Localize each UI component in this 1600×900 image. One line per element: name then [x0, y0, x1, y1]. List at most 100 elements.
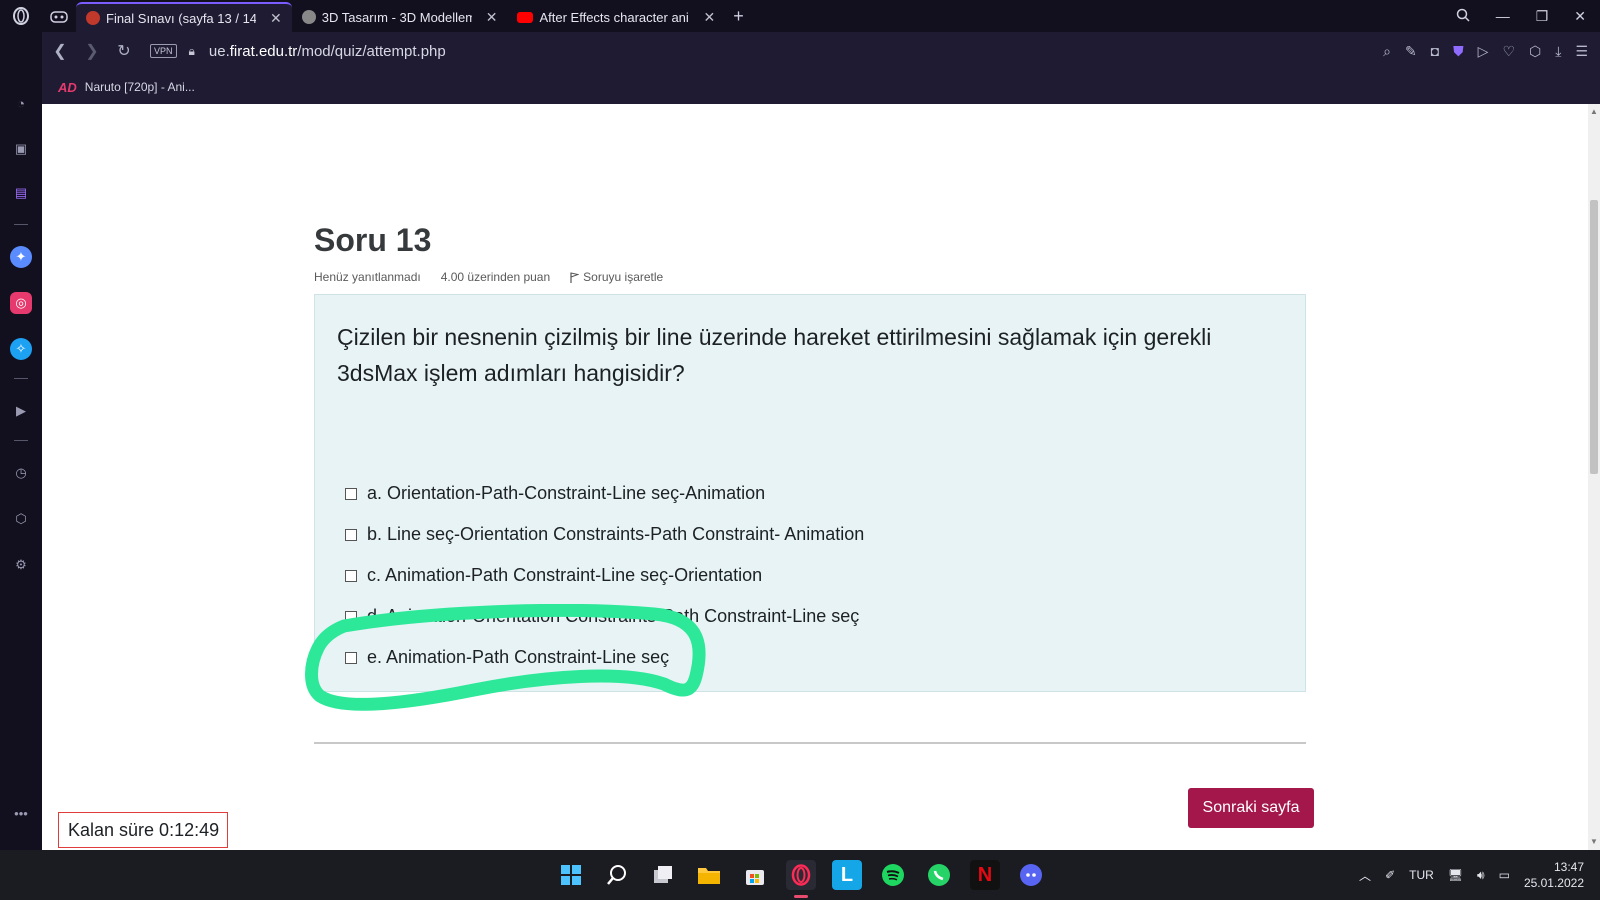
question-status: Henüz yanıtlanmadı	[314, 270, 421, 284]
network-icon[interactable]: 🖥︎	[1448, 868, 1463, 882]
instagram-icon[interactable]: ◎	[10, 292, 32, 314]
tab-search-icon[interactable]	[1456, 8, 1470, 25]
scroll-down-icon[interactable]: ▼	[1590, 837, 1598, 846]
opera-gx-icon[interactable]	[786, 860, 816, 898]
vpn-badge[interactable]: VPN	[150, 44, 177, 58]
tray-chevron-icon[interactable]: ︿	[1359, 867, 1371, 884]
menu-icon[interactable]: ☰	[1575, 43, 1588, 60]
restore-button[interactable]: ❐	[1536, 8, 1549, 25]
player-icon[interactable]: ▶	[10, 400, 32, 422]
tab-after-effects[interactable]: After Effects character anim ✕	[507, 2, 725, 32]
l-app-icon[interactable]: L	[832, 860, 862, 890]
sidebar-divider	[14, 224, 28, 225]
bag-icon[interactable]: ▣	[10, 138, 32, 160]
tab-3d-design[interactable]: 3D Tasarım - 3D Modellem ✕	[292, 2, 508, 32]
answer-checkbox[interactable]	[345, 528, 357, 541]
tab-close-icon[interactable]: ✕	[270, 10, 282, 27]
settings-gear-icon[interactable]: ⚙	[10, 554, 32, 576]
windows-taskbar: L N ︿ ✐ TUR 🖥︎ 🔊︎ ▭ 13:47 25.01.2022	[0, 850, 1600, 900]
flag-question-link[interactable]: Soruyu işaretle	[570, 270, 663, 284]
flag-label: Soruyu işaretle	[583, 270, 664, 284]
back-button[interactable]: ❮	[44, 41, 76, 61]
answer-checkbox[interactable]	[345, 610, 357, 623]
windows-start-icon[interactable]	[556, 860, 586, 890]
extensions-cube-icon[interactable]: ⬡	[10, 508, 32, 530]
flag-icon	[570, 271, 580, 283]
answer-option-b[interactable]: b. Line seç-Orientation Constraints-Path…	[345, 514, 864, 555]
clock-date: 25.01.2022	[1523, 876, 1584, 890]
quiz-page: Soru 13 Henüz yanıtlanmadı 4.00 üzerinde…	[42, 104, 1588, 850]
tab-title: After Effects character anim	[539, 9, 690, 25]
answer-option-c[interactable]: c. Animation-Path Constraint-Line seç-Or…	[345, 555, 864, 596]
url-prefix: ue.	[208, 42, 230, 60]
spotify-icon[interactable]	[878, 860, 908, 890]
answer-label: e. Animation-Path Constraint-Line seç	[367, 647, 670, 667]
clock[interactable]: 13:47 25.01.2022	[1524, 859, 1584, 891]
answer-checkbox[interactable]	[345, 651, 357, 664]
scroll-thumb[interactable]	[1590, 200, 1598, 474]
heart-icon[interactable]: ♡	[1502, 43, 1515, 60]
camera-icon[interactable]: ◘	[1431, 43, 1439, 59]
window-controls: — ❐ ✕	[1456, 0, 1600, 32]
question-box: Çizilen bir nesnenin çizilmiş bir line ü…	[314, 294, 1306, 692]
netflix-icon[interactable]: N	[970, 860, 1000, 890]
answer-checkbox[interactable]	[345, 569, 357, 582]
messenger-icon[interactable]: ✦	[10, 246, 32, 268]
history-icon[interactable]: ◷	[10, 462, 32, 484]
new-tab-button[interactable]: +	[733, 6, 744, 27]
tab-title: Final Sınavı (sayfa 13 / 14)	[106, 10, 256, 26]
ms-store-icon[interactable]	[740, 860, 770, 890]
lock-icon[interactable]: 🔒︎	[189, 44, 195, 59]
forward-button[interactable]: ❯	[76, 41, 108, 61]
send-icon[interactable]: ▷	[1478, 43, 1489, 60]
tab-title: 3D Tasarım - 3D Modellem	[321, 9, 472, 25]
answer-checkbox[interactable]	[345, 487, 357, 500]
minimize-button[interactable]: —	[1496, 8, 1510, 24]
cube-icon[interactable]: ⬡	[1529, 43, 1541, 60]
pen-icon[interactable]: ✐	[1385, 868, 1395, 882]
volume-icon[interactable]: 🔊︎	[1477, 868, 1485, 883]
answer-option-d[interactable]: d. Animation-Orientation Constraints-Pat…	[345, 596, 864, 637]
url-path: /mod/quiz/attempt.php	[297, 42, 446, 60]
task-view-icon[interactable]	[648, 860, 678, 890]
edit-icon[interactable]: ✎	[1405, 43, 1417, 60]
search-icon[interactable]	[602, 860, 632, 890]
time-remaining: Kalan süre 0:12:49	[58, 812, 228, 848]
question-text: Çizilen bir nesnenin çizilmiş bir line ü…	[337, 324, 1212, 386]
sidebar-divider	[14, 378, 28, 379]
reload-button[interactable]: ↻	[108, 41, 140, 61]
whatsapp-icon[interactable]	[924, 860, 954, 890]
tab-final-exam[interactable]: Final Sınavı (sayfa 13 / 14) ✕	[76, 2, 292, 32]
answer-list: a. Orientation-Path-Constraint-Line seç-…	[345, 473, 864, 678]
opera-menu-icon[interactable]	[0, 0, 42, 32]
next-page-button[interactable]: Sonraki sayfa	[1188, 788, 1314, 828]
battery-icon[interactable]: ▭	[1499, 868, 1510, 882]
page-scrollbar[interactable]: ▲ ▼	[1588, 104, 1600, 850]
close-window-button[interactable]: ✕	[1574, 8, 1586, 25]
tab-close-icon[interactable]: ✕	[703, 9, 715, 26]
bookmarks-bar: AD Naruto [720p] - Ani...	[42, 70, 1600, 104]
tab-close-icon[interactable]: ✕	[486, 9, 498, 26]
tab-favicon-icon	[86, 11, 100, 25]
tab-favicon-icon	[301, 10, 316, 24]
file-explorer-icon[interactable]	[694, 860, 724, 890]
language-indicator[interactable]: TUR	[1409, 868, 1434, 882]
url-field[interactable]: ue.firat.edu.tr/mod/quiz/attempt.php	[209, 43, 446, 60]
more-icon[interactable]: •••	[10, 802, 32, 824]
answer-label: b. Line seç-Orientation Constraints-Path…	[367, 524, 865, 544]
page-search-icon[interactable]: ⌕	[1383, 43, 1391, 60]
shield-icon[interactable]: ⛊	[1453, 43, 1464, 60]
answer-option-e[interactable]: e. Animation-Path Constraint-Line seç	[345, 637, 864, 678]
scroll-up-icon[interactable]: ▲	[1590, 107, 1598, 116]
youtube-favicon-icon	[517, 11, 534, 23]
gx-corner-icon[interactable]	[42, 2, 76, 32]
bookmark-naruto[interactable]: Naruto [720p] - Ani...	[85, 80, 195, 94]
discord-icon[interactable]	[1016, 860, 1046, 890]
twitch-icon[interactable]: ▤	[10, 182, 32, 204]
opera-sidebar: ◔ ▣ ▤ ✦ ◎ ✧ ▶ ◷ ⬡ ⚙ •••	[0, 32, 42, 850]
download-icon[interactable]: ⤓	[1555, 43, 1561, 60]
speedometer-icon[interactable]: ◔	[10, 92, 32, 114]
answer-option-a[interactable]: a. Orientation-Path-Constraint-Line seç-…	[345, 473, 864, 514]
twitter-icon[interactable]: ✧	[10, 338, 32, 360]
question-points: 4.00 üzerinden puan	[440, 270, 551, 284]
